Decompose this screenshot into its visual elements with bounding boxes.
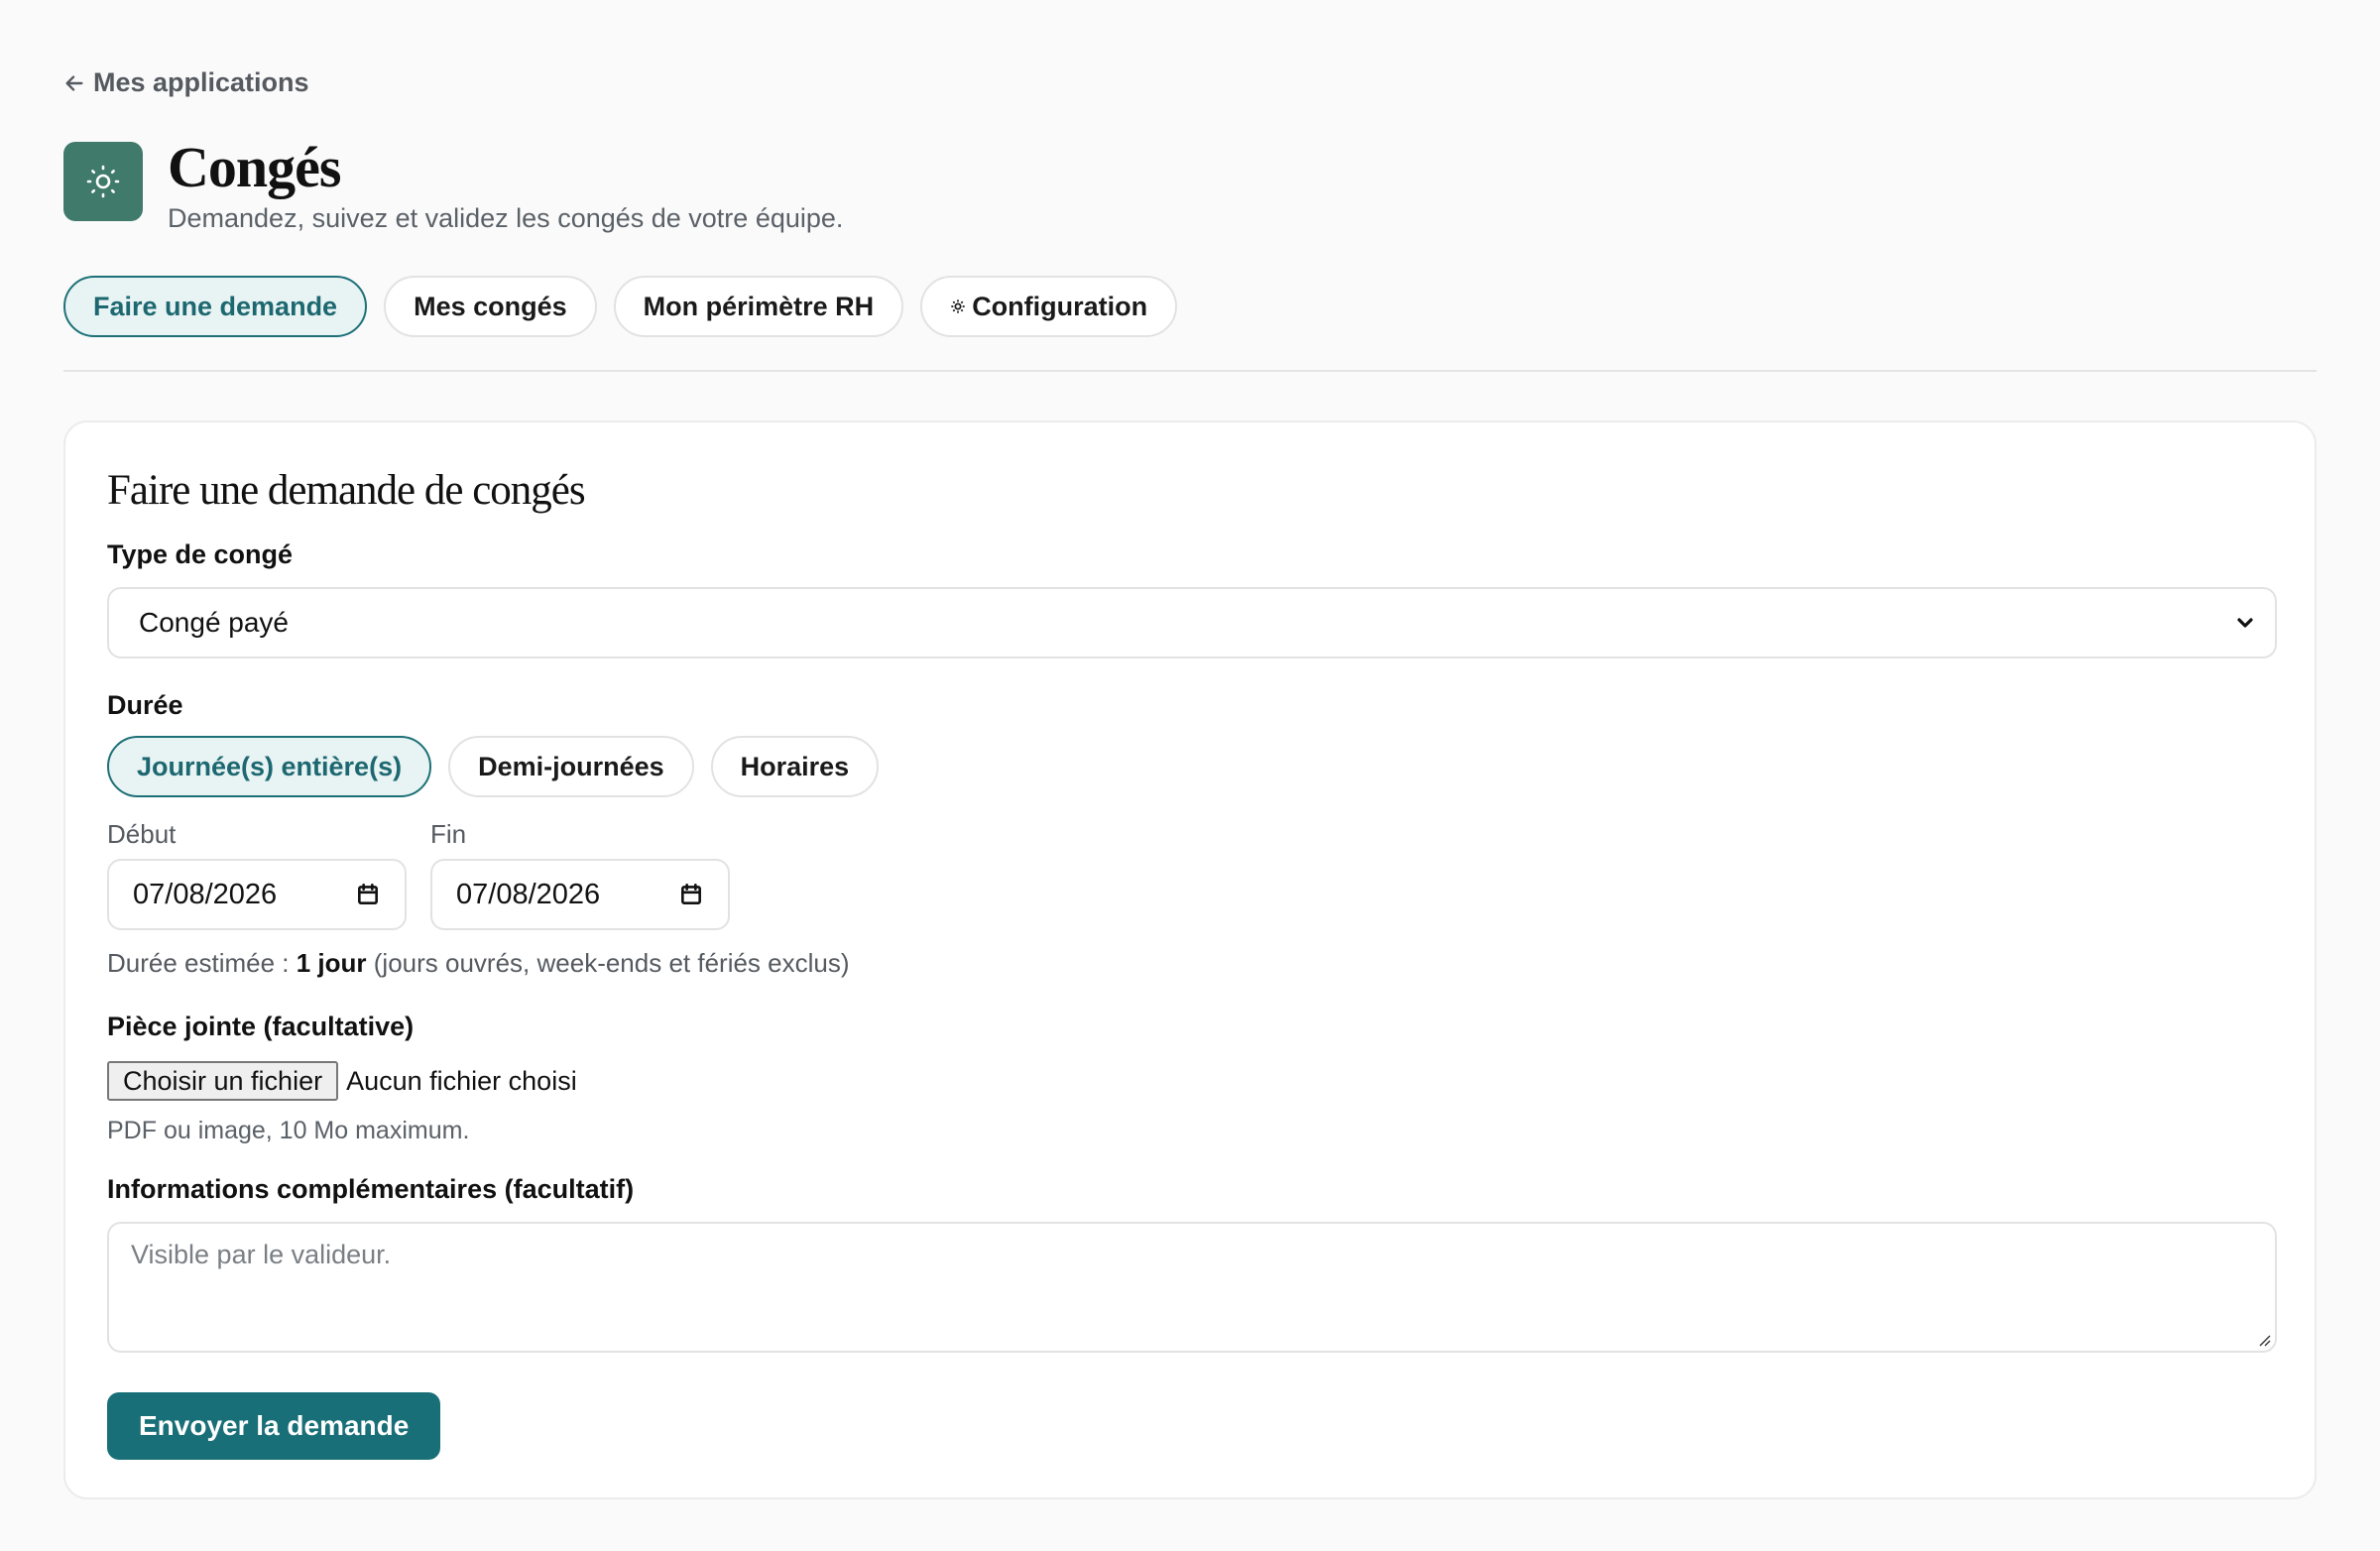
sun-icon	[63, 142, 143, 221]
info-textarea[interactable]: Visible par le valideur.	[107, 1222, 2277, 1353]
file-status: Aucun fichier choisi	[346, 1065, 577, 1096]
estimate-prefix: Durée estimée :	[107, 948, 297, 978]
estimate-suffix: (jours ouvrés, week-ends et fériés exclu…	[366, 948, 850, 978]
attachment-label: Pièce jointe (facultative)	[107, 1012, 415, 1041]
tab-label: Configuration	[972, 291, 1148, 321]
duration-option-label: Journée(s) entière(s)	[137, 751, 403, 781]
duration-option-label: Demi-journées	[478, 751, 664, 781]
leave-request-card: Faire une demande de congés Type de cong…	[63, 420, 2317, 1499]
duration-hours[interactable]: Horaires	[710, 736, 880, 797]
tab-mon-perimetre-rh[interactable]: Mon périmètre RH	[613, 276, 904, 337]
arrow-left-icon	[65, 74, 83, 91]
resize-handle-icon[interactable]	[2257, 1333, 2271, 1347]
file-picker: Choisir un fichier Aucun fichier choisi	[107, 1061, 577, 1101]
chevron-down-icon	[2237, 618, 2253, 628]
page-title: Congés	[168, 135, 341, 199]
start-date-value: 07/08/2026	[133, 878, 278, 910]
end-date-input[interactable]: 07/08/2026	[430, 859, 730, 930]
app-header: Congés Demandez, suivez et validez les c…	[63, 136, 844, 234]
calendar-icon[interactable]	[355, 882, 381, 907]
estimate-value: 1 jour	[296, 948, 367, 978]
submit-button[interactable]: Envoyer la demande	[107, 1392, 441, 1460]
tab-faire-une-demande[interactable]: Faire une demande	[63, 276, 368, 337]
tab-bar: Faire une demande Mes congés Mon périmèt…	[63, 276, 1178, 337]
tab-label: Mes congés	[414, 291, 567, 321]
duration-full-days[interactable]: Journée(s) entière(s)	[107, 736, 432, 797]
calendar-icon[interactable]	[678, 882, 704, 907]
end-date-label: Fin	[430, 819, 467, 849]
divider	[63, 370, 2317, 372]
tab-configuration[interactable]: Configuration	[920, 276, 1178, 337]
duration-label: Durée	[107, 690, 183, 720]
tab-label: Mon périmètre RH	[643, 291, 875, 321]
info-label: Informations complémentaires (facultatif…	[107, 1174, 635, 1204]
back-link[interactable]: Mes applications	[63, 67, 309, 98]
duration-options: Journée(s) entière(s) Demi-journées Hora…	[107, 736, 880, 797]
app-heading: Congés Demandez, suivez et validez les c…	[168, 136, 844, 234]
tab-label: Faire une demande	[93, 291, 338, 321]
page-subtitle: Demandez, suivez et validez les congés d…	[168, 202, 844, 233]
leave-type-value: Congé payé	[139, 607, 290, 638]
choose-file-button[interactable]: Choisir un fichier	[107, 1061, 339, 1101]
form-title: Faire une demande de congés	[107, 467, 586, 514]
info-placeholder: Visible par le valideur.	[131, 1240, 392, 1269]
leave-type-label: Type de congé	[107, 539, 294, 569]
attachment-hint: PDF ou image, 10 Mo maximum.	[107, 1117, 470, 1144]
end-date-value: 07/08/2026	[456, 878, 601, 910]
leave-type-select[interactable]: Congé payé	[107, 587, 2277, 658]
duration-half-days[interactable]: Demi-journées	[448, 736, 694, 797]
tab-mes-conges[interactable]: Mes congés	[384, 276, 597, 337]
start-date-label: Début	[107, 819, 177, 849]
back-link-label: Mes applications	[93, 67, 309, 97]
duration-estimate: Durée estimée : 1 jour (jours ouvrés, we…	[107, 948, 850, 979]
gear-icon	[951, 299, 965, 313]
start-date-input[interactable]: 07/08/2026	[107, 859, 407, 930]
duration-option-label: Horaires	[740, 751, 850, 781]
